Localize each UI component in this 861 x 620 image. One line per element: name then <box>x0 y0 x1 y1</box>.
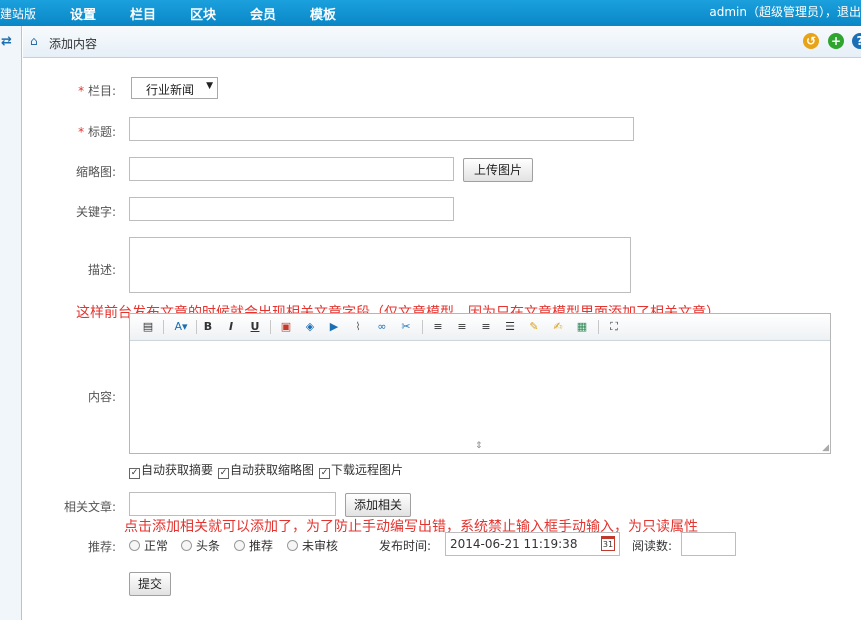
related-articles-label: 相关文章: <box>63 500 116 514</box>
italic-icon[interactable]: I <box>223 319 239 335</box>
unlink-icon[interactable]: ✂ <box>398 319 414 335</box>
category-select[interactable]: 行业新闻 ▼ <box>131 77 218 99</box>
download-remote-images-checkbox[interactable]: ✓ 下载远程图片 <box>319 461 403 479</box>
rich-text-editor[interactable]: ▤ A▾ B I U ▣ ◈ ▶ ⌇ ∞ ✂ ≡ ≡ ≡ ☰ ✎ ✍ ▦ ⛶ ⇕… <box>129 313 831 454</box>
nav-item-templates[interactable]: 模板 <box>310 4 336 23</box>
source-icon[interactable]: ▤ <box>140 319 156 335</box>
content-label: 内容: <box>87 390 116 404</box>
publish-time-label: 发布时间: <box>379 539 432 553</box>
nav-item-columns[interactable]: 栏目 <box>130 4 156 23</box>
description-textarea[interactable] <box>129 237 631 293</box>
recommend-normal-radio[interactable]: 正常 <box>129 537 168 554</box>
title-label: * 标题: <box>78 125 116 139</box>
category-value: 行业新闻 <box>146 83 195 97</box>
attachment-icon[interactable]: ⌇ <box>350 319 366 335</box>
recommend-headline-radio[interactable]: 头条 <box>181 537 220 554</box>
title-input[interactable] <box>129 117 634 141</box>
toolbar-divider <box>196 320 197 334</box>
user-info[interactable]: admin（超级管理员），退出 <box>709 3 861 20</box>
refresh-icon[interactable]: ⇄ <box>1 34 12 49</box>
views-label: 阅读数: <box>632 539 673 553</box>
chevron-down-icon: ▼ <box>206 81 213 91</box>
thumbnail-label: 缩略图: <box>75 165 116 179</box>
keywords-input[interactable] <box>129 197 454 221</box>
auto-thumbnail-checkbox[interactable]: ✓ 自动获取缩略图 <box>218 461 314 479</box>
publish-time-input[interactable]: 2014-06-21 11:19:38 31 <box>445 532 620 556</box>
checkbox-checked-icon: ✓ <box>129 468 140 479</box>
radio-icon <box>234 540 245 551</box>
radio-icon <box>129 540 140 551</box>
nav-item-settings[interactable]: 设置 <box>70 4 96 23</box>
editor-toolbar: ▤ A▾ B I U ▣ ◈ ▶ ⌇ ∞ ✂ ≡ ≡ ≡ ☰ ✎ ✍ ▦ ⛶ <box>130 314 830 341</box>
toolbar-divider <box>598 320 599 334</box>
submit-button[interactable]: 提交 <box>129 572 171 596</box>
flash-icon[interactable]: ◈ <box>302 319 318 335</box>
link-icon[interactable]: ∞ <box>374 319 390 335</box>
auto-summary-checkbox[interactable]: ✓ 自动获取摘要 <box>129 461 213 479</box>
radio-icon <box>287 540 298 551</box>
grip-icon[interactable]: ◢ <box>822 443 829 453</box>
image-icon[interactable]: ▣ <box>278 319 294 335</box>
breadcrumb: ⌂ 添加内容 ↺ + ? <box>23 26 861 58</box>
add-related-button[interactable]: 添加相关 <box>345 493 411 517</box>
add-icon[interactable]: + <box>828 33 844 49</box>
radio-icon <box>181 540 192 551</box>
nav-item-members[interactable]: 会员 <box>250 4 276 23</box>
upload-image-button[interactable]: 上传图片 <box>463 158 533 182</box>
publish-time-value: 2014-06-21 11:19:38 <box>450 537 578 551</box>
page-title: 添加内容 <box>49 37 98 51</box>
description-label: 描述: <box>87 263 116 277</box>
resize-handle-icon[interactable]: ⇕ <box>475 441 483 451</box>
bold-icon[interactable]: B <box>200 319 216 335</box>
align-center-icon[interactable]: ≡ <box>454 319 470 335</box>
help-icon[interactable]: ? <box>852 33 861 49</box>
checkbox-checked-icon: ✓ <box>319 468 330 479</box>
fullscreen-icon[interactable]: ⛶ <box>606 319 622 335</box>
top-navigation-bar: 建站版 设置 栏目 区块 会员 模板 admin（超级管理员），退出 <box>0 0 861 26</box>
brand-text: 建站版 <box>0 7 37 21</box>
picture-icon[interactable]: ▦ <box>574 319 590 335</box>
recommend-featured-radio[interactable]: 推荐 <box>234 537 273 554</box>
align-left-icon[interactable]: ≡ <box>430 319 446 335</box>
history-icon[interactable]: ↺ <box>803 33 819 49</box>
home-icon[interactable]: ⌂ <box>30 34 38 48</box>
toolbar-divider <box>422 320 423 334</box>
checkbox-checked-icon: ✓ <box>218 468 229 479</box>
toolbar-divider <box>163 320 164 334</box>
align-justify-icon[interactable]: ☰ <box>502 319 518 335</box>
clear-format-icon[interactable]: ✎ <box>526 319 542 335</box>
category-label: * 栏目: <box>78 84 116 98</box>
recommend-unreviewed-radio[interactable]: 未审核 <box>287 537 338 554</box>
align-right-icon[interactable]: ≡ <box>478 319 494 335</box>
media-icon[interactable]: ▶ <box>326 319 342 335</box>
keywords-label: 关键字: <box>75 205 116 219</box>
font-size-icon[interactable]: A▾ <box>170 319 192 335</box>
recommend-label: 推荐: <box>87 540 116 554</box>
paste-word-icon[interactable]: ✍ <box>550 319 566 335</box>
left-sidebar-strip: ⇄ <box>0 26 22 620</box>
related-articles-input[interactable] <box>129 492 336 516</box>
toolbar-divider <box>270 320 271 334</box>
thumbnail-input[interactable] <box>129 157 454 181</box>
nav-item-blocks[interactable]: 区块 <box>190 4 216 23</box>
calendar-icon[interactable]: 31 <box>601 536 615 551</box>
views-input[interactable] <box>681 532 736 556</box>
underline-icon[interactable]: U <box>247 319 263 335</box>
